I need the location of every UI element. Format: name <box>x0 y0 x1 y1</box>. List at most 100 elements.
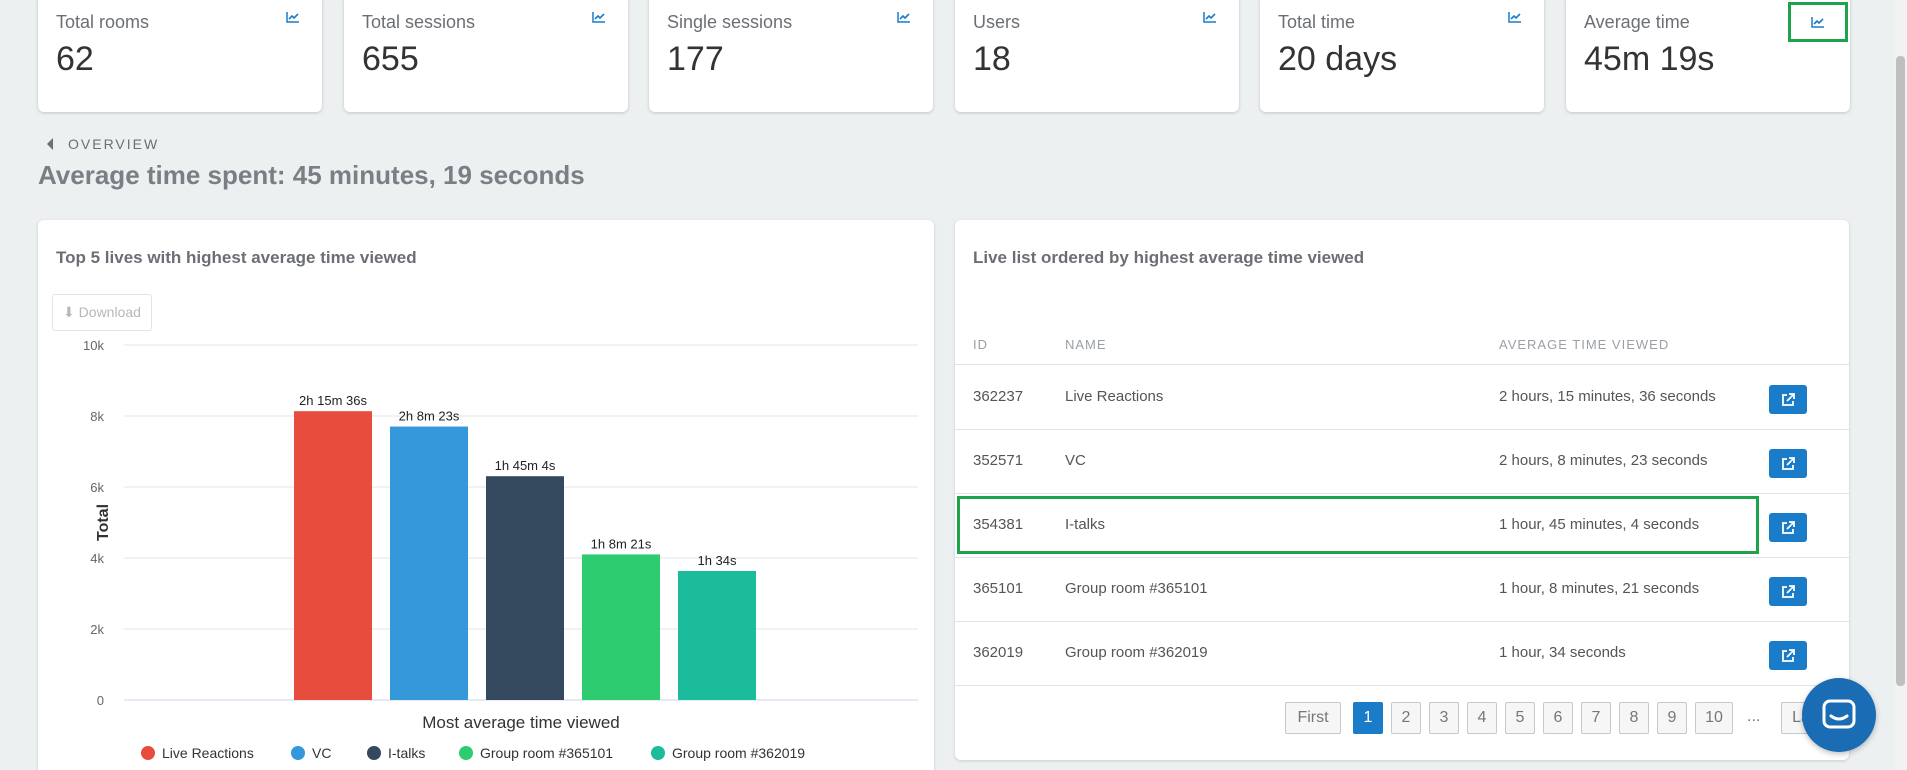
y-tick-label: 10k <box>83 338 104 353</box>
external-link-icon <box>1782 456 1795 470</box>
open-live-button[interactable] <box>1769 641 1807 670</box>
page-button-4[interactable]: 4 <box>1467 702 1497 734</box>
y-tick-label: 4k <box>90 551 104 566</box>
row-id: 362019 <box>973 644 1024 661</box>
legend-marker <box>367 746 381 760</box>
open-live-button[interactable] <box>1769 577 1807 606</box>
legend-marker <box>141 746 155 760</box>
kpi-card-total-time: Total time 20 days <box>1260 0 1544 112</box>
caret-left-icon[interactable] <box>46 138 54 150</box>
table-row-selected: 354381 I-talks 1 hour, 45 minutes, 4 sec… <box>955 494 1849 558</box>
row-average-time: 1 hour, 8 minutes, 21 seconds <box>1499 580 1700 597</box>
legend-label: Group room #362019 <box>672 745 805 761</box>
legend-marker <box>291 746 305 760</box>
bar <box>294 411 372 700</box>
bar-data-label: 1h 34s <box>697 553 737 568</box>
row-average-time: 2 hours, 8 minutes, 23 seconds <box>1499 452 1708 469</box>
legend-label: I-talks <box>388 745 425 761</box>
open-live-button[interactable] <box>1769 449 1807 478</box>
page-button-2[interactable]: 2 <box>1391 702 1421 734</box>
chart-panel-title: Top 5 lives with highest average time vi… <box>56 248 417 267</box>
download-button[interactable]: ⬇ Download <box>52 294 152 331</box>
scrollbar-thumb[interactable] <box>1896 56 1905 686</box>
open-live-button[interactable] <box>1769 513 1807 542</box>
column-header-name[interactable]: NAME <box>1065 337 1107 352</box>
line-chart-icon[interactable] <box>893 8 915 26</box>
kpi-card-total-rooms: Total rooms 62 <box>38 0 322 112</box>
y-tick-label: 6k <box>90 480 104 495</box>
page-button-5[interactable]: 5 <box>1505 702 1535 734</box>
page-button-7[interactable]: 7 <box>1581 702 1611 734</box>
kpi-value: 45m 19s <box>1584 40 1715 78</box>
external-link-icon <box>1782 584 1795 598</box>
chat-launcher-button[interactable] <box>1802 678 1876 752</box>
row-id: 352571 <box>973 452 1024 469</box>
kpi-value: 20 days <box>1278 40 1398 78</box>
line-chart-icon[interactable] <box>588 8 610 26</box>
legend-marker <box>651 746 665 760</box>
line-chart-icon[interactable] <box>282 8 304 26</box>
kpi-title: Single sessions <box>667 12 793 32</box>
y-tick-label: 2k <box>90 622 104 637</box>
chart-panel: Top 5 lives with highest average time vi… <box>38 220 934 770</box>
page-button-6[interactable]: 6 <box>1543 702 1573 734</box>
bar <box>390 426 468 700</box>
x-axis-title: Most average time viewed <box>422 713 619 732</box>
row-average-time: 1 hour, 45 minutes, 4 seconds <box>1499 516 1700 533</box>
column-header-average-time[interactable]: AVERAGE TIME VIEWED <box>1499 337 1669 352</box>
legend-marker <box>459 746 473 760</box>
row-id: 365101 <box>973 580 1024 597</box>
row-id: 354381 <box>973 516 1024 533</box>
legend-label: Live Reactions <box>162 745 254 761</box>
page-button-3[interactable]: 3 <box>1429 702 1459 734</box>
bar-data-label: 1h 45m 4s <box>495 458 556 473</box>
kpi-title: Users <box>973 12 1021 32</box>
y-axis-title: Total <box>95 504 112 541</box>
kpi-card-average-time: Average time 45m 19s <box>1566 0 1850 112</box>
kpi-value: 18 <box>973 40 1011 78</box>
page-button-10[interactable]: 10 <box>1695 702 1733 734</box>
kpi-row: Total rooms 62 Total sessions 655 Single… <box>38 0 1850 114</box>
breadcrumb[interactable]: OVERVIEW <box>46 136 159 152</box>
table-header: ID NAME AVERAGE TIME VIEWED <box>955 315 1849 365</box>
line-chart-icon[interactable] <box>1504 8 1526 26</box>
table-row: 362237 Live Reactions 2 hours, 15 minute… <box>955 366 1849 430</box>
page-button-8[interactable]: 8 <box>1619 702 1649 734</box>
bar <box>678 570 756 700</box>
bar-data-label: 1h 8m 21s <box>591 536 652 551</box>
external-link-icon <box>1782 648 1795 662</box>
kpi-card-single-sessions: Single sessions 177 <box>649 0 933 112</box>
column-header-id[interactable]: ID <box>973 337 988 352</box>
line-chart-icon[interactable] <box>1788 2 1848 42</box>
chat-icon <box>1822 699 1856 729</box>
kpi-title: Total sessions <box>362 12 476 32</box>
kpi-title: Average time <box>1584 12 1690 32</box>
external-link-icon <box>1782 520 1795 534</box>
row-average-time: 2 hours, 15 minutes, 36 seconds <box>1499 388 1716 405</box>
pagination-first-button[interactable]: First <box>1285 702 1341 734</box>
bar <box>486 476 564 700</box>
row-id: 362237 <box>973 388 1024 405</box>
table-row: 365101 Group room #365101 1 hour, 8 minu… <box>955 558 1849 622</box>
pagination-ellipsis: ... <box>1747 708 1761 725</box>
bar <box>582 554 660 700</box>
external-link-icon <box>1782 392 1795 406</box>
page-title: Average time spent: 45 minutes, 19 secon… <box>38 160 585 190</box>
row-average-time: 1 hour, 34 seconds <box>1499 644 1626 661</box>
line-chart-icon[interactable] <box>1199 8 1221 26</box>
kpi-value: 655 <box>362 40 419 78</box>
open-live-button[interactable] <box>1769 385 1807 414</box>
bar-chart: 0 2k 4k 6k 8k 10k Total 2h 15m 36s 2h 8m 23s 1h 4… <box>83 338 918 761</box>
row-name: Group room #362019 <box>1065 644 1208 661</box>
kpi-card-total-sessions: Total sessions 655 <box>344 0 628 112</box>
kpi-title: Total rooms <box>56 12 150 32</box>
y-tick-label: 8k <box>90 409 104 424</box>
legend-label: Group room #365101 <box>480 745 613 761</box>
row-name: VC <box>1065 452 1086 469</box>
page-button-1[interactable]: 1 <box>1353 702 1383 734</box>
kpi-value: 177 <box>667 40 724 78</box>
page-button-9[interactable]: 9 <box>1657 702 1687 734</box>
table-row: 352571 VC 2 hours, 8 minutes, 23 seconds <box>955 430 1849 494</box>
row-name: Group room #365101 <box>1065 580 1208 597</box>
breadcrumb-label[interactable]: OVERVIEW <box>68 136 159 152</box>
